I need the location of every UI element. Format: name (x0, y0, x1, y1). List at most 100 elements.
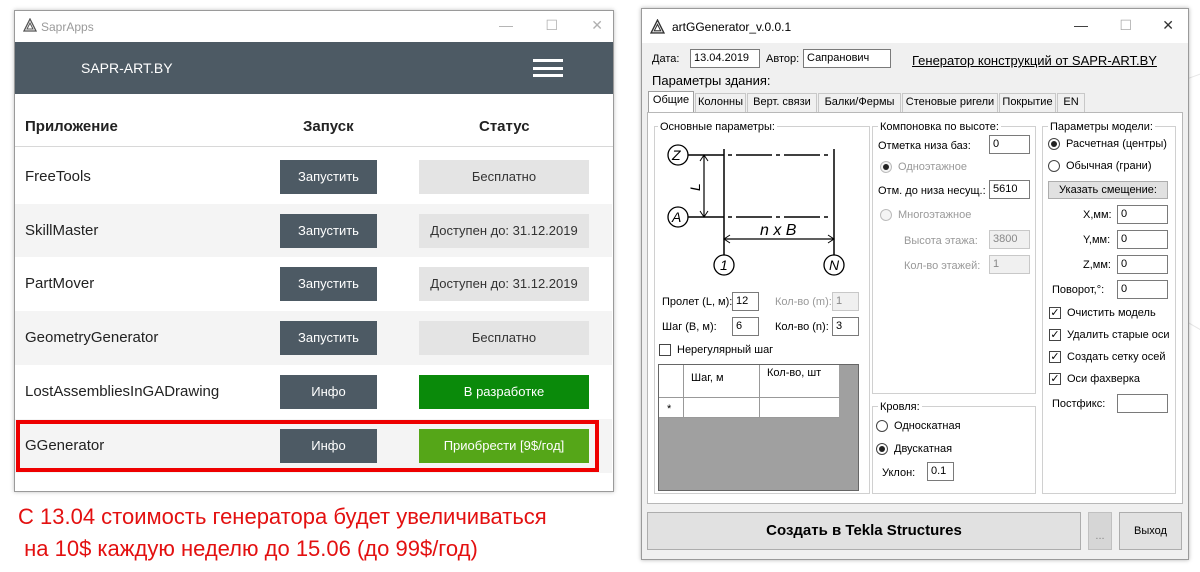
author-label: Автор: (766, 53, 800, 65)
maximize-icon[interactable]: ☐ (1119, 17, 1132, 34)
app-logo-icon (23, 18, 37, 32)
site-link[interactable]: Генератор конструкций от SAPR-ART.BY (912, 53, 1157, 68)
minimize-icon[interactable]: — (499, 17, 513, 33)
tab-3[interactable]: Балки/Фермы (818, 93, 901, 112)
count-m-field: 1 (832, 292, 859, 311)
y-label: Y,мм: (1083, 234, 1111, 246)
floors-count-field: 1 (989, 255, 1030, 274)
promo-text: С 13.04 стоимость генератора будет увели… (18, 501, 547, 565)
bottom-mark-field[interactable]: 5610 (989, 180, 1030, 199)
ggenerator-window: artGGenerator_v.0.0.1 — ☐ ✕ Дата: 13.04.… (641, 8, 1189, 560)
author-field[interactable]: Сапранович (803, 49, 891, 68)
y-field[interactable]: 0 (1117, 230, 1168, 249)
create-grid-label: Создать сетку осей (1067, 351, 1166, 363)
header-divider (15, 146, 613, 147)
menu-icon[interactable] (533, 59, 563, 77)
base-mark-field[interactable]: 0 (989, 135, 1030, 154)
rotation-field[interactable]: 0 (1117, 280, 1168, 299)
set-offset-button[interactable]: Указать смещение: (1048, 181, 1168, 199)
column-header-app: Приложение (25, 118, 118, 135)
bottom-mark-label: Отм. до низа несущ.: (878, 185, 986, 197)
clear-model-checkbox[interactable]: ✓ (1049, 307, 1061, 319)
step-field[interactable]: 6 (732, 317, 759, 336)
one-storey-label: Одноэтажное (898, 161, 967, 173)
step-label: Шаг (B, м): (662, 321, 717, 333)
column-header-launch: Запуск (303, 118, 354, 135)
title-bar: artGGenerator_v.0.0.1 — ☐ ✕ (642, 9, 1188, 43)
create-grid-checkbox[interactable]: ✓ (1049, 351, 1061, 363)
more-button[interactable]: ... (1088, 512, 1112, 550)
app-row: FreeTools Запустить Бесплатно (15, 150, 612, 204)
z-field[interactable]: 0 (1117, 255, 1168, 274)
tab-5[interactable]: Покрытие (999, 93, 1056, 112)
postfix-field[interactable] (1117, 394, 1168, 413)
date-label: Дата: (652, 53, 680, 65)
z-label: Z,мм: (1083, 259, 1111, 271)
axis-a-label: A (671, 209, 681, 225)
multi-storey-radio (880, 209, 892, 221)
double-slope-radio[interactable] (876, 443, 888, 455)
calc-model-radio[interactable] (1048, 138, 1060, 150)
grid-new-row[interactable] (659, 398, 839, 418)
basic-params-title: Основные параметры: (658, 121, 777, 133)
axis-n-label: N (829, 257, 840, 273)
x-field[interactable]: 0 (1117, 205, 1168, 224)
grid-row-marker: * (667, 403, 672, 415)
fachwerk-axes-label: Оси фахверка (1067, 373, 1141, 385)
window-title: SaprApps (41, 20, 94, 34)
slope-field[interactable]: 0.1 (927, 462, 954, 481)
highlight-box (16, 420, 599, 472)
status-badge: В разработке (419, 375, 589, 409)
l-dimension-label: L (687, 183, 703, 191)
status-badge: Доступен до: 31.12.2019 (419, 214, 589, 248)
floor-height-label: Высота этажа: (904, 235, 978, 247)
span-field[interactable]: 12 (732, 292, 759, 311)
status-badge: Доступен до: 31.12.2019 (419, 267, 589, 301)
tab-2[interactable]: Верт. связи (747, 93, 817, 112)
promo-line: на 10$ каждую неделю до 15.06 (до 99$/го… (18, 536, 478, 561)
single-slope-radio[interactable] (876, 420, 888, 432)
x-label: X,мм: (1083, 209, 1112, 221)
frame-diagram: Z A 1 N L n x B (667, 144, 845, 276)
launch-button[interactable]: Запустить (280, 160, 377, 194)
app-row: PartMover Запустить Доступен до: 31.12.201… (15, 257, 612, 311)
app-name: SkillMaster (25, 222, 99, 239)
app-name: LostAssembliesInGADrawing (25, 383, 220, 400)
tab-0[interactable]: Общие (648, 91, 694, 113)
step-grid[interactable]: Шаг, м Кол-во, шт * (658, 364, 859, 491)
nxb-dimension-label: n x B (760, 222, 797, 239)
normal-model-label: Обычная (грани) (1066, 160, 1152, 172)
launch-button[interactable]: Запустить (280, 267, 377, 301)
tab-1[interactable]: Колонны (695, 93, 746, 112)
count-n-field[interactable]: 3 (832, 317, 859, 336)
model-params-title: Параметры модели: (1048, 121, 1155, 133)
app-name: PartMover (25, 275, 95, 292)
date-field[interactable]: 13.04.2019 (690, 49, 760, 68)
close-icon[interactable]: ✕ (591, 17, 603, 34)
delete-axes-checkbox[interactable]: ✓ (1049, 329, 1061, 341)
launch-button[interactable]: Запустить (280, 214, 377, 248)
exit-button[interactable]: Выход (1119, 512, 1182, 550)
app-logo-icon (650, 19, 665, 34)
fachwerk-axes-checkbox[interactable]: ✓ (1049, 373, 1061, 385)
close-icon[interactable]: ✕ (1162, 17, 1174, 34)
multi-storey-label: Многоэтажное (898, 209, 972, 221)
irregular-checkbox[interactable] (659, 344, 671, 356)
tab-4[interactable]: Стеновые ригели (902, 93, 998, 112)
create-in-tekla-button[interactable]: Создать в Tekla Structures (647, 512, 1081, 550)
maximize-icon[interactable]: ☐ (545, 17, 558, 34)
base-mark-label: Отметка низа баз: (878, 140, 971, 152)
single-slope-label: Односкатная (894, 420, 961, 432)
launch-button[interactable]: Запустить (280, 321, 377, 355)
one-storey-radio (880, 161, 892, 173)
status-badge: Бесплатно (419, 160, 589, 194)
status-badge: Бесплатно (419, 321, 589, 355)
height-layout-title: Компоновка по высоте: (878, 121, 1001, 133)
tab-6[interactable]: EN (1057, 93, 1085, 112)
axis-z-label: Z (671, 147, 681, 163)
normal-model-radio[interactable] (1048, 160, 1060, 172)
building-params-label: Параметры здания: (652, 73, 771, 88)
minimize-icon[interactable]: — (1074, 17, 1088, 33)
grid-col-step: Шаг, м (691, 372, 724, 384)
info-button[interactable]: Инфо (280, 375, 377, 409)
